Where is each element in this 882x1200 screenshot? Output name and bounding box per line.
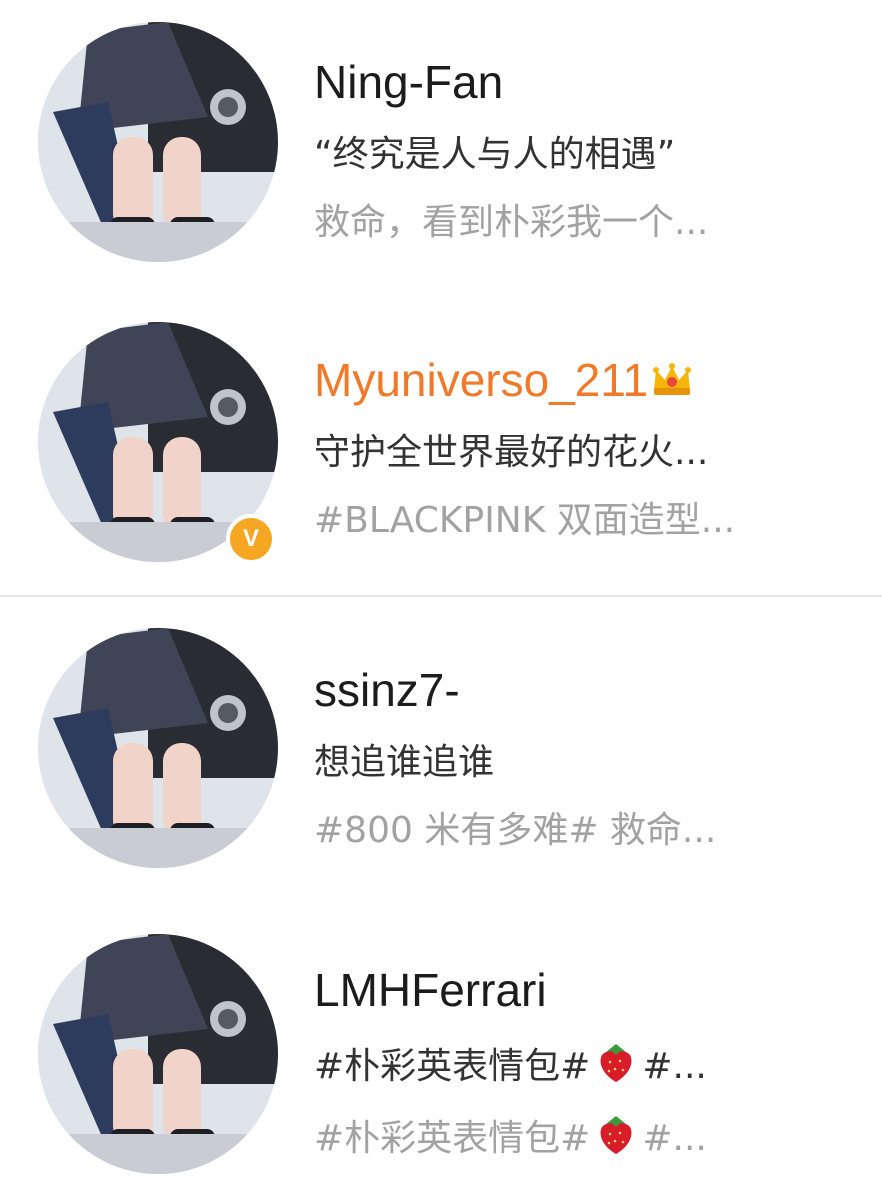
- verified-badge-icon: V: [226, 514, 276, 564]
- bio: #朴彩英表情包# #...: [314, 1040, 854, 1090]
- latest-post: #朴彩英表情包# #...: [314, 1112, 854, 1162]
- bio: 守护全世界最好的花火...: [314, 432, 709, 473]
- latest-hashtag[interactable]: #朴彩英表情包#: [314, 1118, 590, 1159]
- latest-post: #BLACKPINK 双面造型...: [314, 500, 736, 541]
- strawberry-icon: [600, 1044, 632, 1082]
- user-row-myuniverso[interactable]: V Myuniverso_211 守护全世界最好的花火... #BLACKPIN…: [0, 322, 882, 572]
- bio: 想追谁追谁: [314, 742, 495, 783]
- username[interactable]: ssinz7-: [314, 662, 854, 718]
- crown-icon: [653, 363, 692, 395]
- username[interactable]: Myuniverso_211: [314, 352, 854, 408]
- bio-ellipsis: #...: [642, 1046, 707, 1087]
- username[interactable]: LMHFerrari: [314, 962, 854, 1018]
- user-row-ning-fan[interactable]: Ning-Fan “终究是人与人的相遇” 救命，看到朴彩我一个...: [0, 22, 882, 272]
- avatar-photo-icon: [38, 22, 278, 262]
- avatar[interactable]: [38, 22, 278, 262]
- avatar-photo-icon: [38, 934, 278, 1174]
- username[interactable]: Ning-Fan: [314, 54, 854, 110]
- section-divider: [0, 595, 882, 597]
- strawberry-icon: [600, 1116, 632, 1154]
- latest-post: 救命，看到朴彩我一个...: [314, 202, 709, 243]
- avatar-photo-icon: [38, 628, 278, 868]
- user-row-lmhferrari[interactable]: LMHFerrari #朴彩英表情包# #... #朴彩英表情包# #...: [0, 934, 882, 1184]
- bio: “终究是人与人的相遇”: [314, 134, 676, 175]
- latest-ellipsis: #...: [642, 1118, 707, 1159]
- avatar[interactable]: [38, 628, 278, 868]
- latest-post: #800 米有多难# 救命...: [314, 810, 717, 851]
- username-text[interactable]: Myuniverso_211: [314, 354, 648, 406]
- avatar[interactable]: [38, 934, 278, 1174]
- bio-hashtag[interactable]: #朴彩英表情包#: [314, 1046, 590, 1087]
- user-row-ssinz7[interactable]: ssinz7- 想追谁追谁 #800 米有多难# 救命...: [0, 628, 882, 878]
